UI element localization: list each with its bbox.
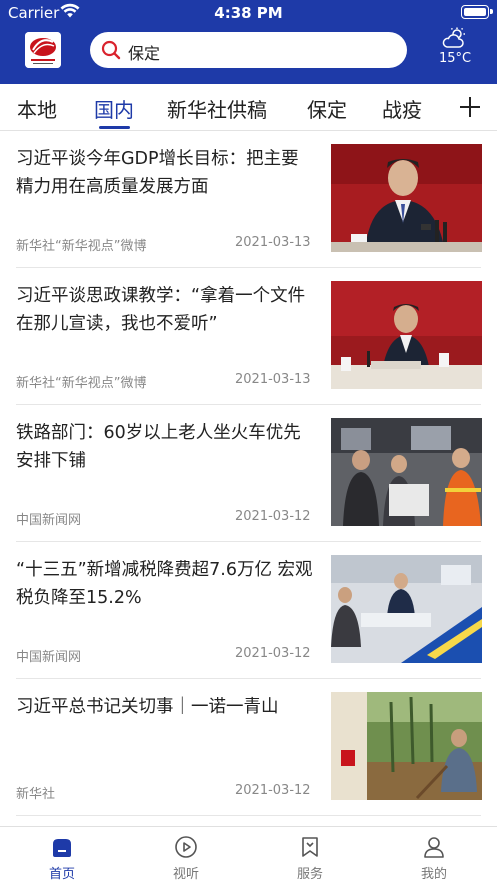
news-item[interactable]: “十三五”新增减税降费超7.6万亿 宏观税负降至15.2% 中国新闻网 2021…	[0, 542, 497, 679]
profile-icon	[424, 837, 444, 858]
weather-widget[interactable]: 15°C	[433, 27, 477, 66]
news-source: 中国新闻网	[16, 650, 82, 665]
play-icon	[175, 836, 197, 858]
tab-media[interactable]: 视听	[156, 835, 216, 882]
news-item[interactable]: 习近平谈思政课教学：“拿着一个文件在那儿宣读，我也不爱听” 新华社“新华视点”微…	[0, 268, 497, 405]
category-tabs: 本地 国内 新华社供稿 保定 战疫	[0, 84, 497, 131]
partly-cloudy-icon	[442, 27, 465, 48]
news-date: 2021-03-13	[235, 372, 311, 387]
bookmark-icon	[302, 837, 318, 857]
news-item[interactable]: 习近平谈今年GDP增长目标：把主要精力用在高质量发展方面 新华社“新华视点”微博…	[0, 131, 497, 268]
tab-service-label: 服务	[296, 867, 323, 882]
news-source: 中国新闻网	[16, 513, 82, 528]
news-thumbnail	[331, 555, 482, 663]
battery-icon	[461, 5, 493, 19]
search-icon	[101, 40, 121, 60]
home-icon	[53, 839, 71, 857]
news-title: 习近平谈今年GDP增长目标：把主要精力用在高质量发展方面	[16, 149, 299, 197]
clock: 4:38 PM	[214, 4, 283, 22]
news-date: 2021-03-13	[235, 235, 311, 250]
search-bar[interactable]: 保定	[90, 32, 407, 68]
tab-domestic[interactable]: 国内	[94, 94, 134, 123]
news-item[interactable]: 铁路部门：60岁以上老人坐火车优先安排下铺 中国新闻网 2021-03-12	[0, 405, 497, 542]
app-logo[interactable]	[25, 32, 61, 68]
tab-xinhua[interactable]: 新华社供稿	[167, 94, 267, 123]
news-thumbnail	[331, 281, 482, 389]
news-thumbnail	[331, 692, 482, 800]
bottom-tab-bar: 首页 视听 服务 我的	[0, 826, 497, 883]
news-date: 2021-03-12	[235, 646, 311, 661]
tab-local[interactable]: 本地	[17, 94, 57, 123]
tab-media-label: 视听	[172, 867, 199, 882]
news-title: 习近平谈思政课教学：“拿着一个文件在那儿宣读，我也不爱听”	[16, 286, 306, 334]
divider	[16, 815, 481, 816]
news-thumbnail	[331, 144, 482, 252]
tab-service[interactable]: 服务	[280, 835, 340, 882]
news-date: 2021-03-12	[235, 509, 311, 524]
news-date: 2021-03-12	[235, 783, 311, 798]
tab-profile-label: 我的	[420, 867, 447, 882]
logo-image	[25, 32, 61, 68]
news-source: 新华社“新华视点”微博	[16, 376, 147, 391]
tab-home[interactable]: 首页	[32, 835, 92, 882]
app-header: Carrier 4:38 PM 保定 15°C	[0, 0, 497, 84]
news-thumbnail	[331, 418, 482, 526]
news-item[interactable]: 习近平总书记关切事｜一诺一青山 新华社 2021-03-12	[0, 679, 497, 816]
news-title: 习近平总书记关切事｜一诺一青山	[16, 697, 279, 717]
tab-epidemic[interactable]: 战疫	[382, 94, 422, 123]
search-text: 保定	[128, 44, 161, 63]
news-source: 新华社	[16, 787, 56, 802]
tab-home-label: 首页	[48, 867, 75, 882]
news-list: 习近平谈今年GDP增长目标：把主要精力用在高质量发展方面 新华社“新华视点”微博…	[0, 131, 497, 816]
temperature-label: 15°C	[438, 51, 472, 66]
news-title: 铁路部门：60岁以上老人坐火车优先安排下铺	[16, 423, 301, 471]
tab-profile[interactable]: 我的	[404, 835, 464, 882]
news-source: 新华社“新华视点”微博	[16, 239, 147, 254]
active-tab-indicator	[99, 126, 130, 129]
news-title: “十三五”新增减税降费超7.6万亿 宏观税负降至15.2%	[16, 560, 313, 608]
add-channel-icon[interactable]	[459, 96, 481, 118]
status-bar: Carrier 4:38 PM	[0, 0, 497, 26]
tab-baoding[interactable]: 保定	[307, 94, 347, 123]
